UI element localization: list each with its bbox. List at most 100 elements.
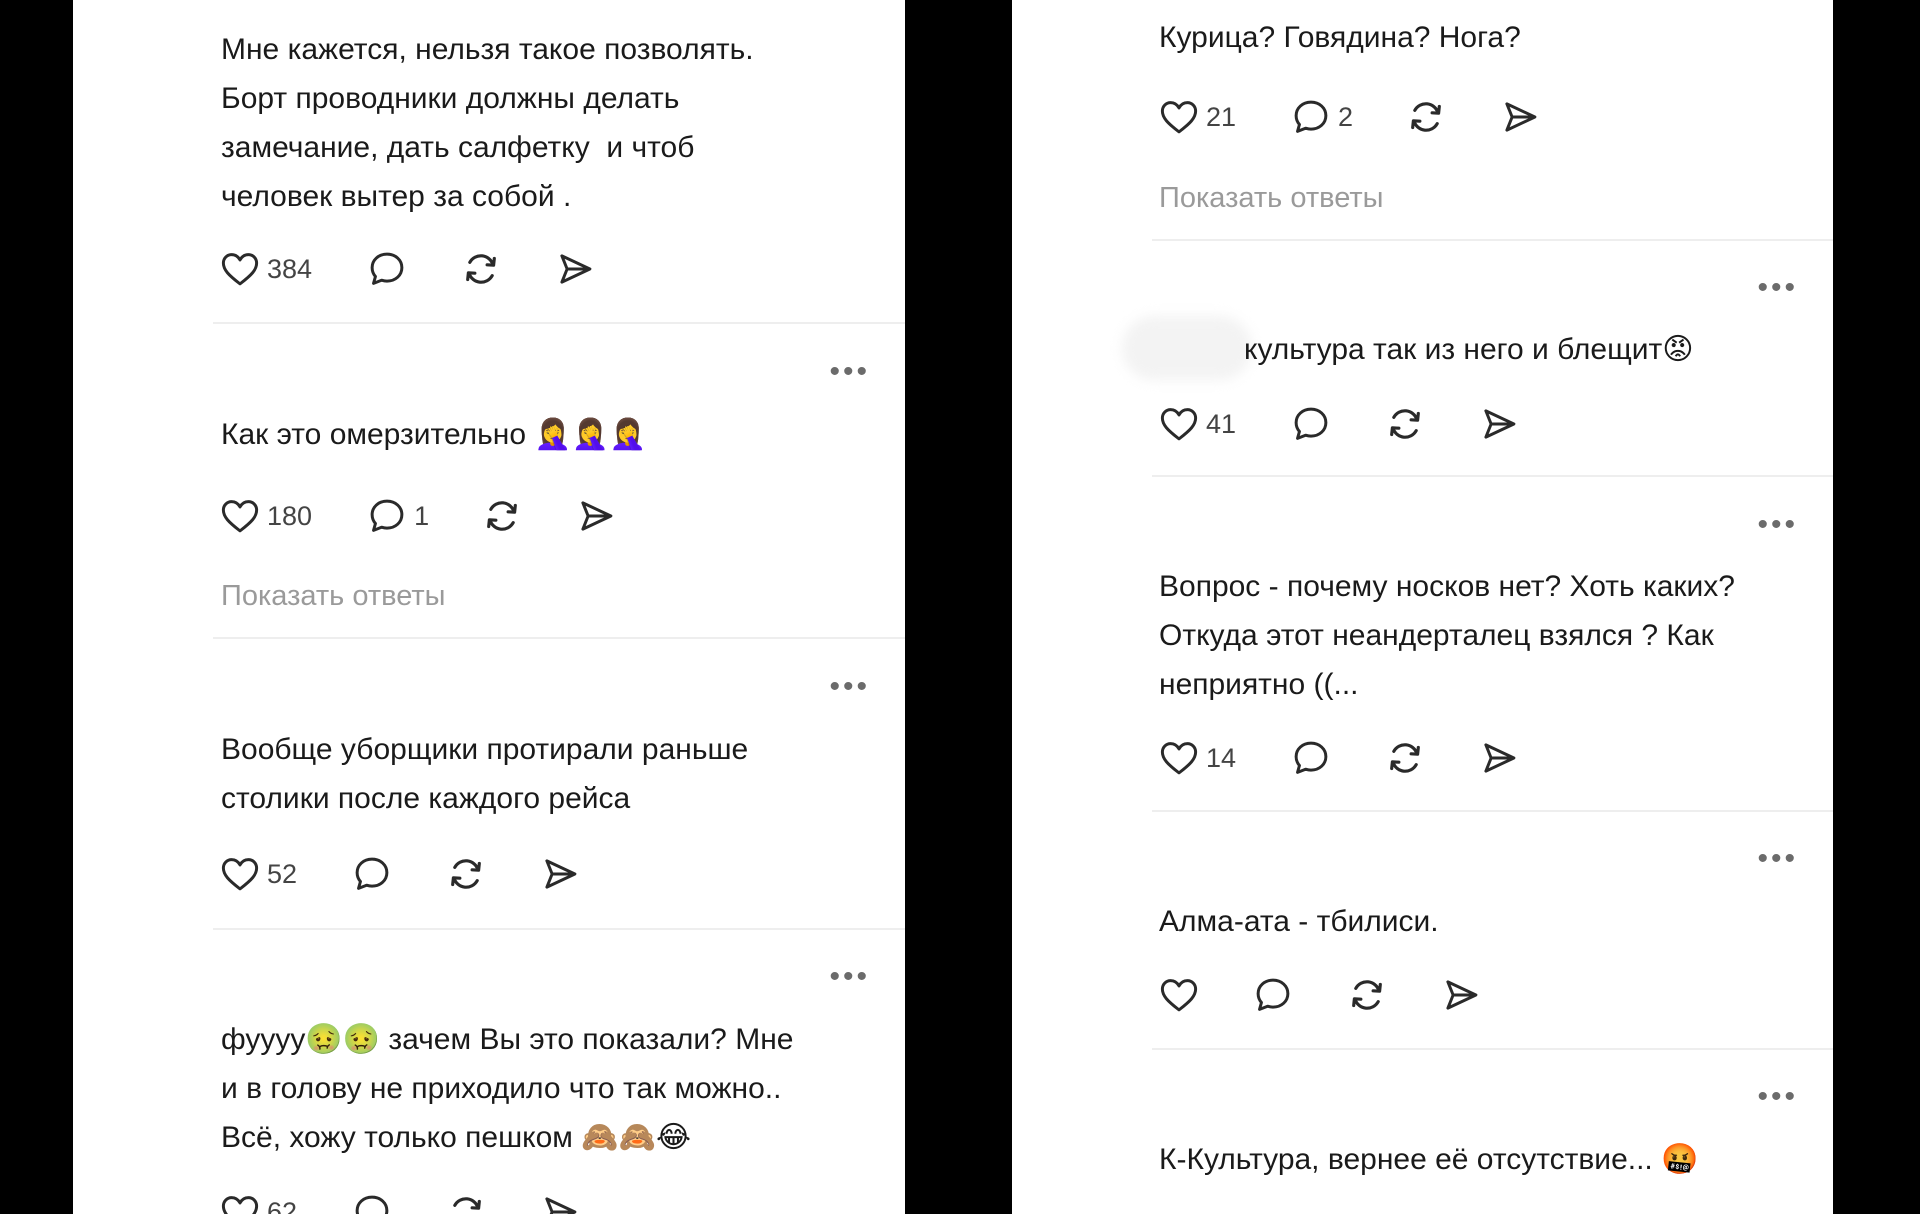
- like-button[interactable]: 52: [219, 853, 297, 895]
- repost-icon: [453, 1197, 481, 1210]
- repost-button[interactable]: [1384, 737, 1426, 779]
- share-button[interactable]: [554, 248, 596, 290]
- comment-text: фуууу🤢🤢 зачем Вы это показали? Мне и в г…: [221, 1023, 794, 1154]
- divider: [1152, 239, 1833, 241]
- comment-text: Мне кажется, нельзя такое позволять. Бор…: [221, 33, 754, 213]
- comment-bubble-icon: [1294, 100, 1328, 133]
- send-icon: [1446, 980, 1478, 1010]
- repost-button[interactable]: [460, 248, 502, 290]
- send-icon: [545, 1197, 577, 1214]
- comment-actions: 52: [219, 852, 581, 896]
- repost-icon: [1411, 102, 1441, 132]
- repost-icon: [487, 501, 517, 531]
- comment-actions: 21 2: [1158, 95, 1541, 139]
- share-button[interactable]: [1440, 974, 1482, 1016]
- divider: [1152, 1048, 1833, 1050]
- like-count: 41: [1206, 408, 1237, 439]
- left-comment-feed: Мне кажется, нельзя такое позволять. Бор…: [73, 0, 905, 1214]
- divider: [213, 322, 905, 324]
- repost-button[interactable]: [1346, 974, 1388, 1016]
- share-button[interactable]: [1478, 403, 1520, 445]
- share-button[interactable]: [1478, 737, 1520, 779]
- comment-bubble-icon: [1256, 978, 1290, 1011]
- comment-actions: 384: [219, 247, 596, 291]
- comment-bubble-icon: [355, 1195, 389, 1214]
- like-count: 180: [267, 500, 313, 531]
- reply-button[interactable]: [1290, 403, 1332, 445]
- heart-icon: [221, 858, 259, 891]
- comment-bubble-icon: [1294, 741, 1328, 774]
- like-button[interactable]: 21: [1158, 96, 1236, 138]
- more-dots-icon[interactable]: •••: [829, 672, 870, 702]
- comment-text: Как это омерзительно 🤦‍♀️🤦‍♀️🤦‍♀️: [221, 418, 647, 451]
- reply-button[interactable]: 1: [366, 495, 429, 537]
- divider: [1152, 810, 1833, 812]
- divider: [213, 637, 905, 639]
- send-icon: [1484, 743, 1516, 773]
- more-dots-icon[interactable]: •••: [1757, 510, 1798, 540]
- like-button[interactable]: 384: [219, 248, 312, 290]
- repost-button[interactable]: [1384, 403, 1426, 445]
- share-button[interactable]: [539, 853, 581, 895]
- reply-button[interactable]: [366, 248, 408, 290]
- reply-count: 2: [1338, 101, 1354, 132]
- repost-button[interactable]: [1405, 96, 1447, 138]
- like-count: 62: [267, 1196, 298, 1214]
- more-dots-icon[interactable]: •••: [829, 962, 870, 992]
- repost-icon: [466, 254, 496, 284]
- share-button[interactable]: [575, 495, 617, 537]
- reply-count: 1: [414, 500, 430, 531]
- right-comment-feed: Курица? Говядина? Нога? 21 2 Показать от…: [1012, 0, 1833, 1214]
- more-dots-icon[interactable]: •••: [1757, 844, 1798, 874]
- repost-button[interactable]: [481, 495, 523, 537]
- share-button[interactable]: [1499, 96, 1541, 138]
- send-icon: [1505, 102, 1537, 132]
- show-replies-link[interactable]: Показать ответы: [221, 580, 445, 613]
- divider: [213, 928, 905, 930]
- comment-text: Курица? Говядина? Нога?: [1159, 21, 1521, 54]
- repost-button[interactable]: [445, 1191, 487, 1214]
- like-button[interactable]: 14: [1158, 737, 1236, 779]
- repost-button[interactable]: [445, 853, 487, 895]
- divider: [1152, 475, 1833, 477]
- show-replies-link[interactable]: Показать ответы: [1159, 182, 1383, 215]
- reply-button[interactable]: [351, 1191, 393, 1214]
- like-count: 384: [267, 253, 313, 284]
- comment-text: культура так из него и блещит😡: [1244, 333, 1694, 366]
- comment-bubble-icon: [370, 252, 404, 285]
- send-icon: [1484, 409, 1516, 439]
- more-dots-icon[interactable]: •••: [1757, 273, 1798, 303]
- send-icon: [581, 501, 613, 531]
- comment-text: Вообще уборщики протирали раньше столики…: [221, 733, 749, 815]
- heart-icon: [1160, 408, 1198, 441]
- more-dots-icon[interactable]: •••: [1757, 1082, 1798, 1112]
- comment-actions: 41: [1158, 402, 1520, 446]
- more-dots-icon[interactable]: •••: [829, 357, 870, 387]
- heart-icon: [1160, 742, 1198, 775]
- reply-button[interactable]: [1252, 974, 1294, 1016]
- like-button[interactable]: [1158, 974, 1200, 1016]
- comment-bubble-icon: [370, 499, 404, 532]
- repost-icon: [451, 859, 481, 889]
- like-button[interactable]: 41: [1158, 403, 1236, 445]
- share-button[interactable]: [539, 1191, 581, 1214]
- heart-icon: [221, 1196, 259, 1214]
- comment-actions: 180 1: [219, 494, 617, 538]
- like-button[interactable]: 180: [219, 495, 312, 537]
- reply-button[interactable]: [1290, 737, 1332, 779]
- heart-icon: [221, 253, 259, 286]
- reply-button[interactable]: [351, 853, 393, 895]
- like-count: 21: [1206, 101, 1237, 132]
- comment-actions: 62: [219, 1190, 581, 1214]
- comment-actions: 14: [1158, 736, 1520, 780]
- reply-button[interactable]: 2: [1290, 96, 1353, 138]
- like-count: 52: [267, 858, 298, 889]
- like-count: 14: [1206, 742, 1237, 773]
- repost-icon: [1390, 409, 1420, 439]
- like-button[interactable]: 62: [219, 1191, 297, 1214]
- heart-icon: [1160, 101, 1198, 134]
- comment-text: К-Культура, вернее её отсутствие... 🤬: [1159, 1143, 1699, 1176]
- repost-icon: [1390, 743, 1420, 773]
- comment-text: Вопрос - почему носков нет? Хоть каких? …: [1159, 570, 1735, 701]
- hidden-username: [1122, 316, 1252, 380]
